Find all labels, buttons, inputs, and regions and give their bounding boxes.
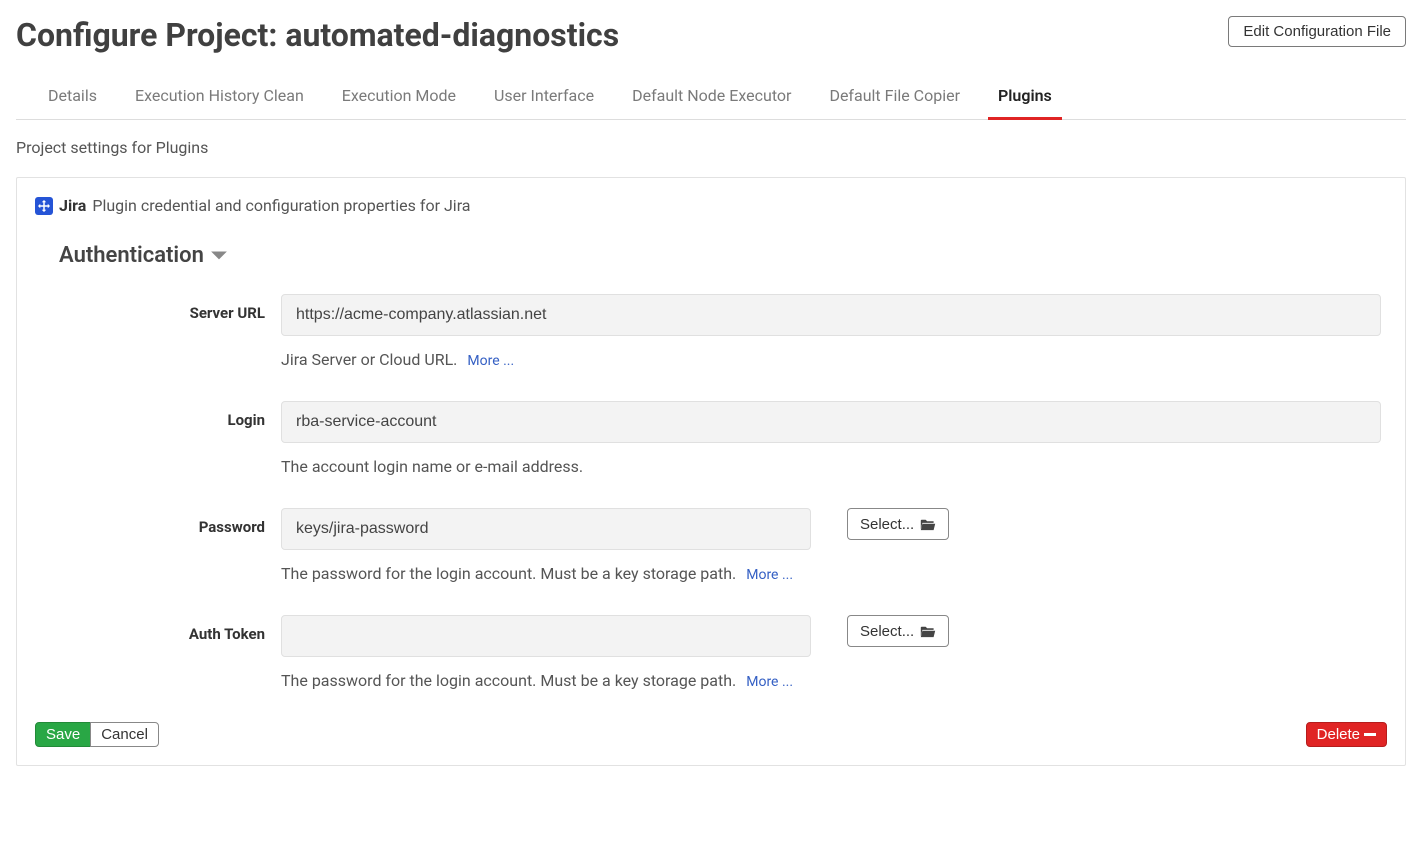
- delete-button[interactable]: Delete: [1306, 722, 1387, 747]
- chevron-down-icon: [210, 247, 228, 265]
- password-input[interactable]: [281, 508, 811, 550]
- tab-default-node-executor[interactable]: Default Node Executor: [632, 74, 791, 119]
- tab-plugins[interactable]: Plugins: [998, 74, 1052, 119]
- folder-open-icon: [920, 518, 936, 531]
- plugin-panel: Jira Plugin credential and configuration…: [16, 177, 1406, 766]
- login-help: The account login name or e-mail address…: [281, 457, 1381, 476]
- page-title: Configure Project: automated-diagnostics: [16, 16, 619, 54]
- section-title: Authentication: [59, 243, 204, 268]
- jira-icon: [35, 197, 53, 215]
- server-url-more-link[interactable]: More ...: [467, 353, 514, 369]
- auth-token-label: Auth Token: [35, 615, 281, 690]
- plugin-description: Plugin credential and configuration prop…: [92, 196, 470, 215]
- server-url-input[interactable]: [281, 294, 1381, 336]
- tabs: Details Execution History Clean Executio…: [16, 74, 1406, 120]
- login-input[interactable]: [281, 401, 1381, 443]
- password-help: The password for the login account. Must…: [281, 564, 1381, 583]
- tab-execution-history-clean[interactable]: Execution History Clean: [135, 74, 304, 119]
- folder-open-icon: [920, 625, 936, 638]
- tab-details[interactable]: Details: [48, 74, 97, 119]
- server-url-label: Server URL: [35, 294, 281, 369]
- tab-execution-mode[interactable]: Execution Mode: [342, 74, 456, 119]
- login-label: Login: [35, 401, 281, 476]
- minus-icon: [1364, 733, 1376, 736]
- server-url-help: Jira Server or Cloud URL. More ...: [281, 350, 1381, 369]
- section-authentication-toggle[interactable]: Authentication: [59, 243, 1387, 268]
- password-more-link[interactable]: More ...: [746, 567, 793, 583]
- plugin-header: Jira Plugin credential and configuration…: [35, 196, 1387, 215]
- settings-description: Project settings for Plugins: [16, 138, 1406, 157]
- auth-token-more-link[interactable]: More ...: [746, 674, 793, 690]
- tab-user-interface[interactable]: User Interface: [494, 74, 594, 119]
- auth-token-select-button[interactable]: Select...: [847, 615, 949, 647]
- auth-token-help: The password for the login account. Must…: [281, 671, 1381, 690]
- cancel-button[interactable]: Cancel: [90, 722, 159, 747]
- password-select-button[interactable]: Select...: [847, 508, 949, 540]
- tab-default-file-copier[interactable]: Default File Copier: [829, 74, 960, 119]
- auth-token-input[interactable]: [281, 615, 811, 657]
- save-button[interactable]: Save: [35, 722, 91, 747]
- password-label: Password: [35, 508, 281, 583]
- plugin-name: Jira: [59, 196, 86, 215]
- edit-config-button[interactable]: Edit Configuration File: [1228, 16, 1406, 47]
